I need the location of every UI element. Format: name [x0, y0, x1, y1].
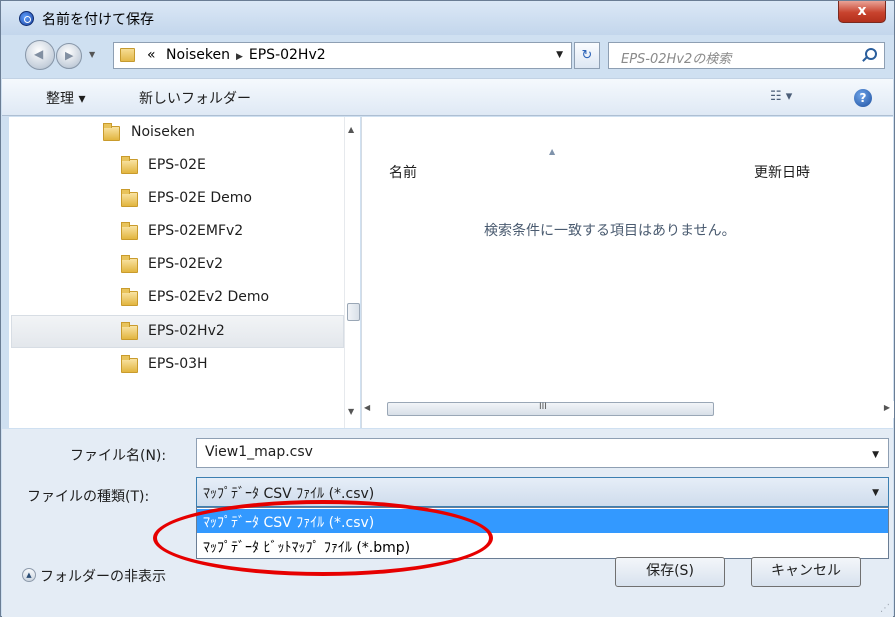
scroll-up-icon[interactable]: ▲	[348, 125, 354, 134]
search-placeholder: EPS-02Hv2の検索	[621, 52, 732, 67]
folder-item-eps-02emfv2[interactable]: EPS-02EMFv2	[11, 216, 344, 249]
navigation-pane[interactable]: Noiseken EPS-02E EPS-02E Demo EPS-02EMFv…	[9, 117, 360, 428]
chevron-right-icon[interactable]: ▶	[236, 52, 243, 62]
window-title: 名前を付けて保存	[42, 12, 154, 28]
folder-item-eps-03h[interactable]: EPS-03H	[11, 349, 344, 382]
folder-label: EPS-03H	[148, 356, 208, 372]
vertical-scrollbar[interactable]: ▲ ▼	[344, 117, 360, 428]
filetype-option-bmp[interactable]: ﾏｯﾌﾟﾃﾞｰﾀ ﾋﾞｯﾄﾏｯﾌﾟ ﾌｧｲﾙ (*.bmp)	[197, 534, 888, 558]
grip-icon: III	[539, 402, 547, 412]
search-input[interactable]: EPS-02Hv2の検索	[608, 42, 885, 69]
folder-icon	[121, 189, 138, 207]
save-as-dialog: 名前を付けて保存 x ▼ « Noiseken ▶ EPS-02Hv2 ▼ ↻ EP…	[0, 0, 895, 617]
folder-item-eps-02e-demo[interactable]: EPS-02E Demo	[11, 183, 344, 216]
app-icon	[19, 11, 34, 26]
forward-button[interactable]	[56, 43, 82, 69]
filename-value: View1_map.csv	[205, 444, 313, 460]
address-bar-row: ▼ « Noiseken ▶ EPS-02Hv2 ▼ ↻ EPS-02Hv2の検索	[1, 35, 894, 77]
folder-item-eps-02e[interactable]: EPS-02E	[11, 150, 344, 183]
folder-label: EPS-02Ev2	[148, 256, 224, 272]
help-icon[interactable]: ?	[854, 89, 872, 107]
chevron-down-icon[interactable]: ▼	[872, 488, 879, 498]
folder-item-eps-02hv2[interactable]: EPS-02Hv2	[11, 315, 344, 348]
folder-label: EPS-02E	[148, 157, 206, 173]
folder-icon	[121, 355, 138, 373]
breadcrumb-overflow[interactable]: «	[147, 47, 156, 63]
chevron-down-icon[interactable]: ▼	[556, 50, 563, 60]
title-bar[interactable]: 名前を付けて保存 x	[1, 1, 894, 35]
save-options-panel: ファイル名(N): View1_map.csv ▼ ファイルの種類(T): ﾏｯ…	[2, 429, 893, 617]
filename-label: ファイル名(N):	[70, 448, 167, 464]
folder-icon	[121, 255, 138, 273]
recent-pages-dropdown[interactable]: ▼	[89, 50, 95, 59]
breadcrumb: « Noiseken ▶ EPS-02Hv2	[147, 47, 326, 63]
folder-label: EPS-02Ev2 Demo	[148, 289, 270, 305]
filetype-selected-value: ﾏｯﾌﾟﾃﾞｰﾀ CSV ﾌｧｲﾙ (*.csv)	[203, 486, 375, 502]
back-button[interactable]	[25, 40, 55, 70]
filetype-dropdown-list: ﾏｯﾌﾟﾃﾞｰﾀ CSV ﾌｧｲﾙ (*.csv) ﾏｯﾌﾟﾃﾞｰﾀ ﾋﾞｯﾄﾏ…	[196, 507, 889, 559]
address-box[interactable]: « Noiseken ▶ EPS-02Hv2 ▼	[113, 42, 572, 69]
folder-label: EPS-02E Demo	[148, 190, 252, 206]
horizontal-scroll-thumb[interactable]: III	[387, 402, 714, 416]
new-folder-button[interactable]: 新しいフォルダー	[139, 88, 251, 108]
folder-icon	[121, 222, 138, 240]
refresh-button[interactable]: ↻	[574, 42, 600, 69]
chevron-up-icon: ▲	[22, 568, 36, 582]
hide-folders-label: フォルダーの非表示	[40, 569, 166, 585]
filetype-select[interactable]: ﾏｯﾌﾟﾃﾞｰﾀ CSV ﾌｧｲﾙ (*.csv) ▼	[196, 477, 889, 507]
file-list-pane[interactable]: ▲ 名前 更新日時 検索条件に一致する項目はありません。 ◀ III ▶	[361, 117, 894, 428]
filetype-option-csv[interactable]: ﾏｯﾌﾟﾃﾞｰﾀ CSV ﾌｧｲﾙ (*.csv)	[197, 509, 888, 533]
view-options-button[interactable]: ☷ ▾	[770, 89, 792, 104]
organize-button[interactable]: 整理 ▾	[46, 88, 85, 108]
horizontal-scrollbar[interactable]: ◀ III ▶	[362, 401, 894, 418]
filename-input[interactable]: View1_map.csv ▼	[196, 438, 889, 468]
folder-label: EPS-02EMFv2	[148, 223, 244, 239]
folder-item-eps-02ev2-demo[interactable]: EPS-02Ev2 Demo	[11, 282, 344, 315]
column-header-name[interactable]: 名前	[389, 162, 417, 182]
chevron-down-icon[interactable]: ▼	[872, 450, 879, 460]
folder-icon	[121, 156, 138, 174]
folder-label: Noiseken	[131, 124, 195, 140]
cancel-button[interactable]: キャンセル	[751, 557, 861, 587]
folder-icon	[121, 288, 138, 306]
column-header-date[interactable]: 更新日時	[754, 162, 810, 182]
search-icon[interactable]	[865, 48, 877, 60]
hide-folders-button[interactable]: ▲ フォルダーの非表示	[22, 566, 166, 586]
resize-grip-icon[interactable]: ⋰	[880, 603, 890, 614]
scroll-down-icon[interactable]: ▼	[348, 407, 354, 416]
folder-item-noiseken[interactable]: Noiseken	[11, 117, 344, 150]
save-button[interactable]: 保存(S)	[615, 557, 725, 587]
sort-arrow-icon: ▲	[549, 147, 556, 156]
scroll-thumb[interactable]	[347, 303, 360, 321]
folder-label: EPS-02Hv2	[148, 323, 225, 339]
close-button[interactable]: x	[838, 1, 886, 23]
scroll-right-icon[interactable]: ▶	[884, 403, 890, 412]
folder-icon	[120, 48, 135, 62]
folder-icon	[121, 322, 138, 340]
filetype-label: ファイルの種類(T):	[27, 489, 150, 505]
folder-icon	[103, 123, 120, 141]
toolbar: 整理 ▾ 新しいフォルダー ☷ ▾ ?	[2, 78, 893, 116]
empty-message: 検索条件に一致する項目はありません。	[484, 223, 736, 239]
scroll-left-icon[interactable]: ◀	[364, 403, 370, 412]
folder-item-eps-02ev2[interactable]: EPS-02Ev2	[11, 249, 344, 282]
breadcrumb-eps-02hv2[interactable]: EPS-02Hv2	[249, 47, 326, 63]
breadcrumb-noiseken[interactable]: Noiseken	[166, 47, 230, 63]
